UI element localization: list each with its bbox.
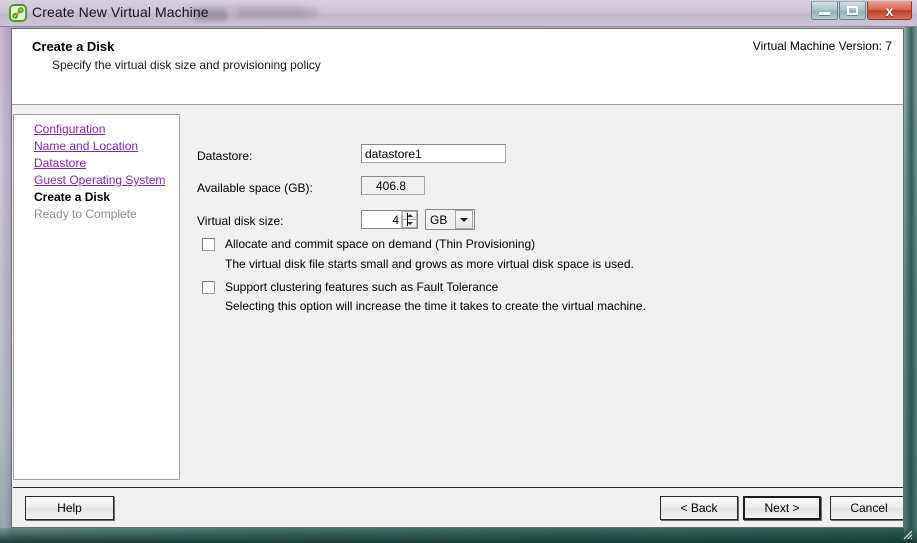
sidebar-item-label[interactable]: Datastore [34, 156, 86, 170]
available-space-label: Available space (GB): [197, 181, 313, 195]
sidebar-item-configuration[interactable]: Configuration [14, 121, 179, 138]
dropdown-button[interactable] [455, 210, 473, 229]
sidebar-item-create-a-disk: Create a Disk [14, 189, 179, 206]
dialog-button-bar: Help < Back Next > Cancel [13, 487, 903, 527]
virtual-disk-size-label: Virtual disk size: [197, 214, 284, 228]
thin-provisioning-label: Allocate and commit space on demand (Thi… [225, 237, 536, 251]
maximize-button[interactable] [839, 1, 866, 20]
window-controls: x [810, 1, 912, 20]
restore-icon [847, 6, 858, 15]
help-button[interactable]: Help [25, 496, 114, 520]
wizard-header: Create a Disk Specify the virtual disk s… [12, 29, 903, 105]
main-content: Datastore: datastore1 Available space (G… [180, 106, 903, 487]
sidebar-item-label[interactable]: Guest Operating System [34, 173, 165, 187]
sidebar-item-name-and-location[interactable]: Name and Location [14, 138, 179, 155]
text-cursor [407, 213, 408, 226]
vmware-vm-icon [9, 4, 27, 22]
vm-version-label: Virtual Machine Version: 7 [752, 39, 892, 53]
back-button[interactable]: < Back [660, 496, 738, 520]
disk-size-unit-value: GB [430, 212, 448, 227]
fault-tolerance-label: Support clustering features such as Faul… [225, 280, 499, 294]
disk-size-unit-select[interactable]: GB [425, 209, 475, 230]
minimize-icon [819, 11, 830, 15]
disk-size-input[interactable]: 4 [362, 211, 401, 228]
datastore-label: Datastore: [197, 149, 253, 163]
dialog-window: Create New Virtual Machine x Create a Di… [0, 0, 917, 543]
window-bottom-edge [0, 528, 917, 543]
next-button[interactable]: Next > [743, 496, 821, 520]
wizard-steps-panel: Configuration Name and Location Datastor… [13, 114, 180, 480]
sidebar-item-ready-to-complete: Ready to Complete [14, 206, 179, 223]
cancel-button[interactable]: Cancel [830, 496, 903, 520]
stepper-down-button[interactable] [402, 220, 417, 228]
window-title: Create New Virtual Machine [32, 4, 209, 20]
thin-provisioning-help: The virtual disk file starts small and g… [225, 257, 634, 271]
minimize-button[interactable] [811, 1, 838, 20]
sidebar-item-label: Ready to Complete [34, 207, 137, 221]
disk-size-stepper[interactable]: 4 [361, 210, 418, 229]
dialog-client-area: Create a Disk Specify the virtual disk s… [11, 28, 904, 528]
fault-tolerance-help: Selecting this option will increase the … [225, 299, 646, 313]
stepper-up-button[interactable] [402, 211, 417, 220]
fault-tolerance-checkbox[interactable] [202, 281, 215, 294]
page-subtitle: Specify the virtual disk size and provis… [52, 58, 321, 72]
thin-provisioning-checkbox[interactable] [202, 238, 215, 251]
title-bar[interactable]: Create New Virtual Machine x [0, 0, 917, 27]
resize-grip[interactable] [900, 527, 913, 540]
close-button[interactable]: x [867, 1, 912, 20]
sidebar-item-label: Create a Disk [34, 190, 111, 204]
stepper-buttons [401, 211, 417, 228]
sidebar-item-label[interactable]: Configuration [34, 122, 105, 136]
window-right-edge [904, 27, 917, 543]
background-window-blur [238, 8, 318, 18]
close-icon: x [885, 2, 894, 19]
sidebar-item-label[interactable]: Name and Location [34, 139, 138, 153]
sidebar-item-datastore[interactable]: Datastore [14, 155, 179, 172]
page-title: Create a Disk [32, 39, 115, 54]
datastore-field[interactable]: datastore1 [361, 144, 506, 163]
available-space-value: 406.8 [361, 176, 425, 195]
window-left-edge [0, 27, 11, 543]
sidebar-item-guest-operating-system[interactable]: Guest Operating System [14, 172, 179, 189]
chevron-down-icon [460, 217, 468, 222]
